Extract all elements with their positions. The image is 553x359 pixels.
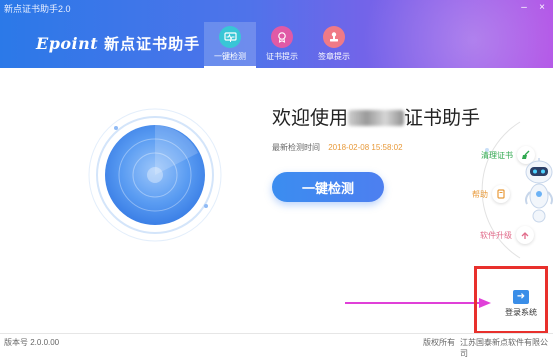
minimize-button[interactable]: –: [517, 2, 531, 14]
last-check-info: 最新检测时间 2018-02-08 15:58:02: [272, 142, 403, 153]
one-key-check-button[interactable]: 一键检测: [272, 172, 384, 202]
seal-icon: [323, 26, 345, 48]
welcome-prefix: 欢迎使用: [272, 108, 349, 129]
certificate-icon: [271, 26, 293, 48]
main-nav: 一键检测 证书提示 签章提示: [204, 22, 360, 68]
login-icon: ➜: [513, 290, 529, 304]
version-text: 版本号 2.0.0.00: [4, 338, 60, 347]
pointer-arrow: [345, 298, 491, 308]
last-check-label: 最新检测时间: [272, 143, 320, 152]
login-system-button[interactable]: ➜ 登录系统: [498, 290, 544, 318]
company-text: 江苏国泰新点软件有限公司: [460, 338, 548, 358]
tab-label: 签章提示: [318, 52, 350, 61]
tab-label: 证书提示: [266, 52, 298, 61]
footer-divider: [0, 333, 553, 334]
tab-certificate-tips[interactable]: 证书提示: [256, 22, 308, 68]
upgrade-icon: [516, 226, 534, 244]
tab-seal-tips[interactable]: 签章提示: [308, 22, 360, 68]
login-label: 登录系统: [505, 308, 537, 317]
app-logo: Epoint 新点证书助手: [36, 33, 200, 54]
help-button[interactable]: 帮助: [472, 185, 510, 203]
software-upgrade-button[interactable]: 软件升级: [480, 226, 534, 244]
upgrade-label: 软件升级: [480, 230, 512, 240]
monitor-icon: [219, 26, 241, 48]
redacted-name: [348, 110, 405, 126]
logo-text: 新点证书助手: [104, 36, 201, 53]
help-label: 帮助: [472, 189, 488, 199]
window-title: 新点证书助手2.0: [4, 4, 71, 14]
last-check-time: 2018-02-08 15:58:02: [328, 143, 403, 152]
welcome-heading: 欢迎使用 证书助手: [272, 103, 480, 130]
copyright-text: 版权所有: [423, 338, 455, 347]
tab-label: 一键检测: [214, 52, 246, 61]
window-controls: – ×: [517, 2, 549, 14]
clean-certificate-label: 清理证书: [481, 150, 513, 160]
help-book-icon: [492, 185, 510, 203]
radar-graphic: [88, 108, 222, 242]
app-header: 新点证书助手2.0 – × Epoint 新点证书助手 一键检测 证书提示 签章…: [0, 0, 553, 68]
close-button[interactable]: ×: [535, 2, 549, 14]
robot-mascot-icon: [525, 158, 553, 223]
tab-one-key-check[interactable]: 一键检测: [204, 22, 256, 68]
logo-mark: Epoint: [36, 34, 99, 53]
